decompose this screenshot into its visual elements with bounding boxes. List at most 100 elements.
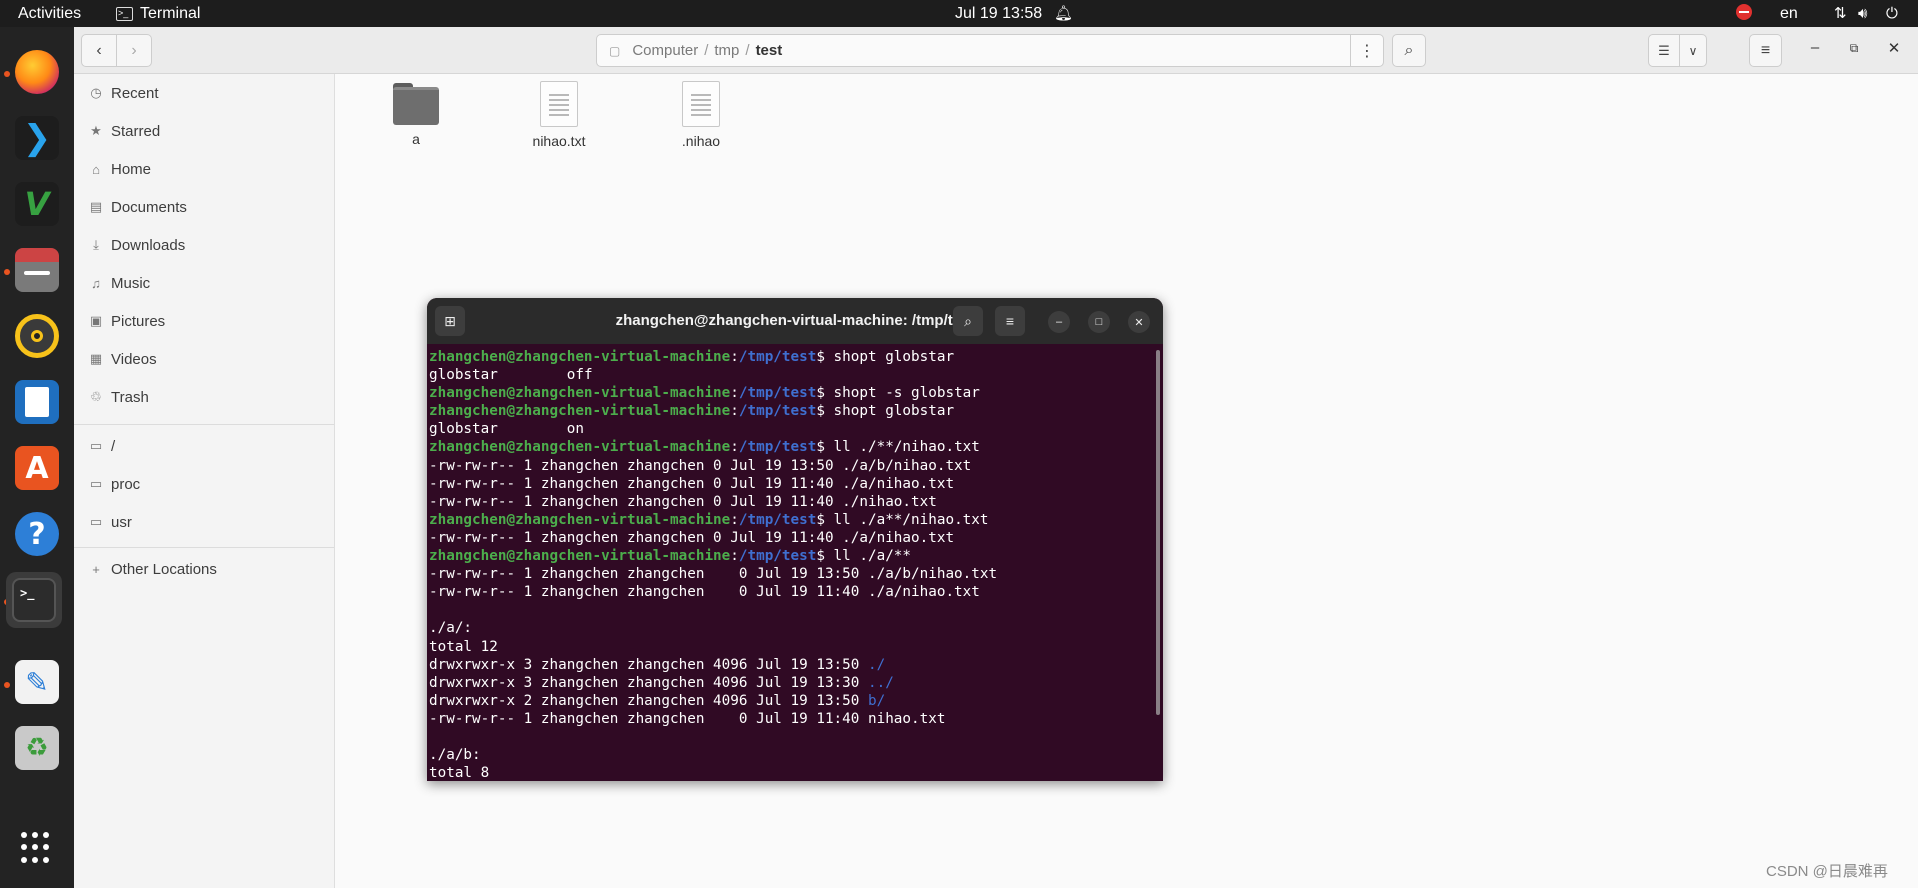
sidebar-item-other-locations[interactable]: + Other Locations	[74, 553, 334, 585]
terminal-output-line: -rw-rw-r-- 1 zhangchen zhangchen 0 Jul 1…	[429, 584, 980, 601]
terminal-icon: >_	[12, 578, 56, 622]
text-file-icon	[540, 81, 578, 127]
terminal-minimize-button[interactable]: –	[1048, 311, 1070, 333]
breadcrumb-computer[interactable]: Computer	[626, 42, 704, 59]
terminal-app-icon: >_	[116, 6, 133, 21]
file-item-hidden-nihao[interactable]: .nihao	[646, 81, 756, 149]
vim-icon: V	[15, 182, 59, 226]
notification-bell-icon[interactable]: 🔔︎	[1054, 4, 1073, 23]
sidebar-item-documents[interactable]: ▤ Documents	[74, 191, 334, 223]
clock-icon: ◷	[90, 85, 102, 100]
sidebar-item-videos[interactable]: ▦ Videos	[74, 343, 334, 375]
main-menu-button[interactable]: ≡	[1749, 34, 1782, 67]
sidebar-item-label: usr	[111, 513, 132, 531]
sidebar-item-label: Home	[111, 160, 152, 178]
dock-firefox[interactable]	[12, 47, 62, 97]
terminal-maximize-button[interactable]: □	[1088, 311, 1110, 333]
prompt-user: zhangchen@zhangchen-virtual-machine	[429, 548, 731, 565]
minimize-button[interactable]: –	[1803, 39, 1827, 56]
prompt-path: /tmp/test	[738, 349, 817, 365]
prompt-user: zhangchen@zhangchen-virtual-machine	[429, 385, 731, 402]
prompt-path: /tmp/test	[738, 548, 817, 565]
view-options-dropdown[interactable]: ∨	[1679, 34, 1707, 67]
file-item-a[interactable]: a	[361, 83, 471, 147]
list-view-button[interactable]: ☰	[1648, 34, 1680, 67]
command-text: $ shopt -s globstar	[816, 385, 980, 402]
running-indicator	[4, 682, 10, 688]
directory-name: b/	[867, 692, 886, 709]
terminal-output[interactable]: zhangchen@zhangchen-virtual-machine:/tmp…	[429, 348, 1149, 781]
terminal-output-line: -rw-rw-r-- 1 zhangchen zhangchen 0 Jul 1…	[429, 475, 955, 492]
hamburger-menu-icon: ≡	[1760, 41, 1771, 59]
dock-vim[interactable]: V	[12, 179, 62, 229]
terminal-scrollbar[interactable]	[1156, 350, 1160, 715]
sidebar-item-root[interactable]: ▭ /	[74, 430, 334, 462]
sidebar-item-usr[interactable]: ▭ usr	[74, 506, 334, 538]
command-text: $ ll ./a/**	[816, 548, 912, 565]
dock-trash[interactable]: ♻	[12, 723, 62, 773]
help-icon: ?	[15, 512, 59, 556]
dock-rhythmbox[interactable]	[12, 311, 62, 361]
network-icon[interactable]: ⇅	[1834, 4, 1847, 23]
trash-icon: ♲	[90, 389, 102, 404]
desktop: Activities >_ Terminal Jul 19 13:58 🔔︎ e…	[0, 0, 1918, 888]
show-apps-grid-icon[interactable]	[21, 832, 53, 864]
close-button[interactable]: ✕	[1882, 39, 1906, 57]
computer-icon: ▢	[609, 43, 621, 58]
back-button[interactable]: ‹	[81, 34, 117, 67]
search-button[interactable]: ⌕	[1392, 34, 1426, 67]
terminal-output-line: drwxrwxr-x 3 zhangchen zhangchen 4096 Ju…	[429, 674, 1149, 692]
vertical-dots-icon: ⋮	[1359, 42, 1375, 60]
prompt-path: /tmp/test	[738, 403, 817, 420]
sidebar-item-trash[interactable]: ♲ Trash	[74, 381, 334, 413]
sidebar-item-proc[interactable]: ▭ proc	[74, 468, 334, 500]
terminal-command-line: zhangchen@zhangchen-virtual-machine:/tmp…	[429, 384, 1149, 402]
folder-icon	[393, 83, 439, 125]
maximize-button[interactable]: ⧉	[1842, 41, 1866, 56]
dock-writer[interactable]	[12, 377, 62, 427]
dock-text-editor[interactable]: ✎	[12, 657, 62, 707]
sidebar-item-pictures[interactable]: ▣ Pictures	[74, 305, 334, 337]
terminal-search-button[interactable]: ⌕	[953, 306, 983, 336]
dock-files[interactable]	[12, 245, 62, 295]
dock-help[interactable]: ?	[12, 509, 62, 559]
sidebar-item-recent[interactable]: ◷ Recent	[74, 77, 334, 109]
volume-icon[interactable]: 🔊︎	[1858, 4, 1867, 23]
terminal-command-line: zhangchen@zhangchen-virtual-machine:/tmp…	[429, 438, 1149, 456]
sidebar-item-label: Starred	[111, 122, 161, 140]
hamburger-menu-icon: ≡	[1005, 313, 1015, 329]
search-icon: ⌕	[1404, 41, 1414, 59]
terminal-close-button[interactable]: ✕	[1128, 311, 1150, 333]
dock-terminal[interactable]: >_	[6, 572, 62, 628]
app-menu[interactable]: >_ Terminal	[116, 4, 200, 23]
terminal-command-line: zhangchen@zhangchen-virtual-machine:/tmp…	[429, 348, 1149, 366]
running-indicator	[4, 269, 10, 275]
breadcrumb-tmp[interactable]: tmp	[708, 42, 745, 59]
directory-name: ./	[867, 656, 886, 673]
terminal-output-line: -rw-rw-r-- 1 zhangchen zhangchen 0 Jul 1…	[429, 493, 937, 510]
sidebar-item-starred[interactable]: ★ Starred	[74, 115, 334, 147]
sidebar-item-home[interactable]: ⌂ Home	[74, 153, 334, 185]
firefox-icon	[15, 50, 59, 94]
breadcrumb-test[interactable]: test	[750, 42, 789, 59]
terminal-output-line: -rw-rw-r-- 1 zhangchen zhangchen 0 Jul 1…	[429, 566, 998, 583]
chevron-down-icon: ∨	[1688, 43, 1698, 58]
do-not-disturb-icon[interactable]	[1736, 4, 1752, 20]
terminal-menu-button[interactable]: ≡	[995, 306, 1025, 336]
dock-vscode[interactable]: ❯	[12, 113, 62, 163]
dock-software-store[interactable]: A	[12, 443, 62, 493]
sidebar-item-label: proc	[111, 475, 141, 493]
input-language-indicator[interactable]: en	[1780, 4, 1798, 23]
text-editor-icon: ✎	[15, 660, 59, 704]
forward-button[interactable]: ›	[116, 34, 152, 67]
sidebar-item-music[interactable]: ♫ Music	[74, 267, 334, 299]
path-menu-button[interactable]: ⋮	[1350, 35, 1383, 66]
command-text: $ ll ./**/nihao.txt	[816, 439, 980, 456]
prompt-separator: :	[730, 548, 739, 565]
file-item-nihao-txt[interactable]: nihao.txt	[504, 81, 614, 149]
prompt-path: /tmp/test	[738, 385, 817, 402]
activities-button[interactable]: Activities	[18, 4, 81, 23]
sidebar-item-downloads[interactable]: ⤓ Downloads	[74, 229, 334, 261]
power-icon[interactable]: ⏻	[1886, 4, 1898, 23]
clock[interactable]: Jul 19 13:58	[955, 4, 1042, 23]
